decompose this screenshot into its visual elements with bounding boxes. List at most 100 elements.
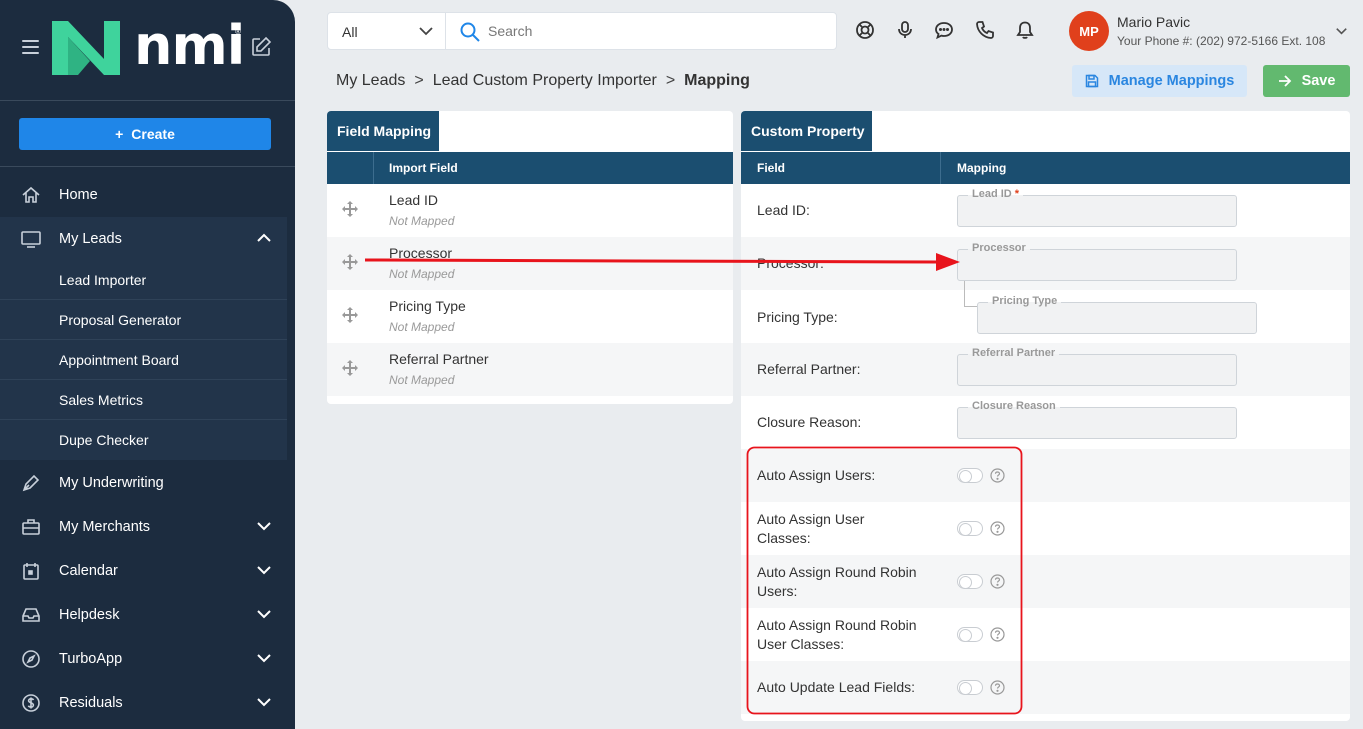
manage-mappings-label: Manage Mappings [1108, 73, 1235, 89]
toggle-auto-assign-round-robin-user-classes[interactable] [957, 627, 983, 642]
manage-mappings-button[interactable]: Manage Mappings [1072, 65, 1247, 97]
custom-property-row: Lead ID: Lead ID * [741, 184, 1350, 237]
briefcase-icon [22, 519, 40, 535]
mapping-dropzone-pricing-type[interactable]: Pricing Type [977, 295, 1257, 334]
toggle-label: Auto Assign Users: [757, 467, 876, 483]
import-field-name: Pricing Type [389, 298, 466, 314]
field-mapping-table-header: Import Field [327, 152, 733, 184]
create-section: + Create [0, 101, 295, 167]
mapping-legend: Closure Reason [968, 400, 1060, 413]
mapping-dropzone-lead-id[interactable]: Lead ID * [957, 188, 1237, 227]
lifebuoy-icon[interactable] [855, 20, 875, 40]
sidebar-item-label: Home [59, 187, 98, 203]
chat-icon[interactable] [934, 20, 954, 40]
import-field-status: Not Mapped [389, 320, 455, 334]
sidebar-item-my-merchants[interactable]: My Merchants [0, 505, 295, 549]
mapping-legend: Pricing Type [988, 295, 1062, 308]
phone-icon[interactable] [975, 20, 995, 40]
chevron-down-icon [419, 27, 433, 36]
toggle-row: Auto Assign Users: [741, 449, 1350, 502]
breadcrumb-link-importer[interactable]: Lead Custom Property Importer [433, 72, 657, 90]
sidebar-item-home[interactable]: Home [0, 173, 295, 217]
avatar[interactable]: MP [1069, 11, 1109, 51]
help-icon[interactable] [990, 627, 1005, 642]
breadcrumb-current: Mapping [684, 72, 750, 89]
monitor-icon [21, 231, 41, 248]
drag-handle-icon[interactable] [342, 307, 358, 323]
mapping-legend: Lead ID * [968, 188, 1024, 201]
tab-field-mapping[interactable]: Field Mapping [327, 111, 439, 151]
sidebar-item-turboapp[interactable]: TurboApp [0, 637, 295, 681]
drag-handle-icon[interactable] [342, 201, 358, 217]
save-button[interactable]: Save [1263, 65, 1350, 97]
help-icon[interactable] [990, 521, 1005, 536]
toggle-auto-assign-user-classes[interactable] [957, 521, 983, 536]
nmi-logo-icon [52, 21, 120, 75]
chevron-down-icon [257, 654, 271, 663]
sidebar-item-calendar[interactable]: Calendar [0, 549, 295, 593]
arrow-right-icon [1278, 75, 1291, 87]
bell-icon[interactable] [1015, 20, 1035, 40]
search-input[interactable] [488, 20, 818, 42]
column-header-import-field: Import Field [389, 161, 458, 175]
logo-registered-mark: ® [235, 27, 241, 36]
create-button[interactable]: + Create [19, 118, 271, 150]
import-field-row[interactable]: Lead ID Not Mapped [327, 184, 733, 237]
sidebar-subitem-label: Lead Importer [59, 271, 147, 288]
breadcrumb-link-my-leads[interactable]: My Leads [336, 72, 405, 90]
sidebar-item-my-leads[interactable]: My Leads [0, 217, 287, 261]
edit-icon[interactable] [250, 36, 272, 58]
custom-property-panel: Custom Property Field Mapping Lead ID: L… [741, 111, 1350, 721]
toggle-label: Auto Assign Round Robin Users: [757, 564, 917, 599]
sidebar-item-label: Residuals [59, 695, 123, 711]
import-field-row[interactable]: Processor Not Mapped [327, 237, 733, 290]
mapping-dropzone-closure-reason[interactable]: Closure Reason [957, 400, 1237, 439]
custom-property-row: Processor: Processor [741, 237, 1350, 307]
pen-icon [22, 474, 40, 492]
custom-property-table-header: Field Mapping [741, 152, 1350, 184]
sidebar-subitem-proposal-generator[interactable]: Proposal Generator [0, 300, 287, 340]
user-phone: Your Phone #: (202) 972-5166 Ext. 108 [1117, 34, 1326, 48]
drag-handle-icon[interactable] [342, 360, 358, 376]
import-field-name: Processor [389, 245, 453, 261]
toggle-auto-assign-users[interactable] [957, 468, 983, 483]
help-icon[interactable] [990, 574, 1005, 589]
mapping-dropzone-referral-partner[interactable]: Referral Partner [957, 347, 1237, 386]
toggle-auto-update-lead-fields[interactable] [957, 680, 983, 695]
drag-handle-icon[interactable] [342, 254, 358, 270]
help-icon[interactable] [990, 680, 1005, 695]
sidebar-subitem-dupe-checker[interactable]: Dupe Checker [0, 420, 287, 460]
sidebar-item-helpdesk[interactable]: Helpdesk [0, 593, 295, 637]
logo-text: nmi [134, 14, 245, 77]
chevron-up-icon [257, 233, 271, 242]
sidebar-subitem-label: Dupe Checker [59, 432, 149, 448]
help-icon[interactable] [990, 468, 1005, 483]
sidebar-item-label: TurboApp [59, 651, 123, 667]
custom-property-row: Closure Reason: Closure Reason [741, 396, 1350, 449]
microphone-icon[interactable] [895, 20, 915, 40]
chevron-down-icon [257, 566, 271, 575]
search-filter-select[interactable]: All [328, 13, 446, 49]
toggle-label: Auto Update Lead Fields: [757, 679, 915, 695]
sidebar-item-my-underwriting[interactable]: My Underwriting [0, 461, 295, 505]
sidebar-header: nmi ® [0, 0, 295, 101]
hamburger-menu-icon[interactable] [22, 40, 39, 54]
chevron-down-icon[interactable] [1336, 27, 1347, 35]
tab-custom-property[interactable]: Custom Property [741, 111, 872, 151]
mapping-legend: Referral Partner [968, 347, 1060, 360]
import-field-status: Not Mapped [389, 267, 455, 281]
custom-property-label: Lead ID: [757, 202, 810, 218]
sidebar-subitem-lead-importer[interactable]: Lead Importer [0, 260, 287, 300]
import-field-row[interactable]: Referral Partner Not Mapped [327, 343, 733, 396]
create-button-label: Create [131, 126, 175, 142]
sidebar: nmi ® + Create Home My Leads Lead Import… [0, 0, 295, 729]
search-filter-value: All [342, 24, 358, 40]
user-name[interactable]: Mario Pavic [1117, 14, 1190, 30]
sidebar-item-residuals[interactable]: Residuals [0, 681, 295, 725]
import-field-row[interactable]: Pricing Type Not Mapped [327, 290, 733, 343]
toggle-auto-assign-round-robin-users[interactable] [957, 574, 983, 589]
sidebar-subitem-sales-metrics[interactable]: Sales Metrics [0, 380, 287, 420]
sidebar-subitem-appointment-board[interactable]: Appointment Board [0, 340, 287, 380]
mapping-dropzone-processor[interactable]: Processor [957, 242, 1237, 281]
toggle-row: Auto Assign User Classes: [741, 502, 1350, 555]
